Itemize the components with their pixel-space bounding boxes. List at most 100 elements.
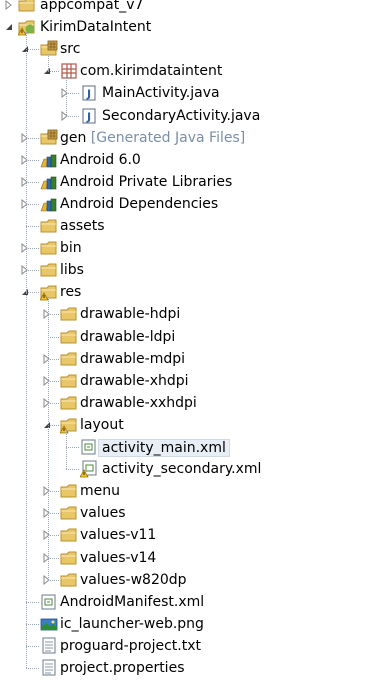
source-folder-icon	[40, 129, 58, 147]
tree-guide-line	[26, 49, 39, 51]
tree-item-label: libs	[60, 262, 84, 279]
svg-text:J: J	[86, 88, 91, 101]
tree-item-label: Android 6.0	[60, 151, 141, 168]
folder-icon	[60, 549, 78, 567]
tree-guide-line	[66, 76, 67, 116]
tree-item[interactable]: com.kirimdataintent	[0, 60, 373, 82]
folder-icon	[60, 482, 78, 500]
tree-guide-line	[26, 248, 39, 250]
tree-item-label: assets	[60, 218, 105, 234]
tree-item[interactable]: drawable-xhdpi	[0, 370, 373, 392]
tree-item[interactable]: J SecondaryActivity.java	[0, 105, 373, 127]
tree-item-label: drawable-mdpi	[80, 350, 185, 367]
project-explorer-tree: appcompat_v7 KirimDataIntent src com.kirimd…	[0, 0, 373, 696]
folder-icon	[60, 328, 78, 346]
tree-guide-line	[66, 115, 79, 117]
tree-guide-line	[26, 226, 39, 227]
tree-item[interactable]: libs	[0, 259, 373, 281]
tree-item-label: AndroidManifest.xml	[60, 593, 205, 610]
tree-item[interactable]: proguard-project.txt	[0, 635, 373, 657]
tree-guide-line	[48, 336, 59, 338]
tree-item[interactable]: values	[0, 502, 373, 524]
package-icon	[60, 62, 78, 80]
tree-item[interactable]: KirimDataIntent	[0, 16, 373, 38]
folder-icon	[40, 261, 58, 279]
tree-item-label: MainActivity.java	[102, 85, 220, 102]
tree-item[interactable]: drawable-ldpi	[0, 326, 373, 348]
tree-guide-line	[48, 491, 59, 493]
tree-item-label: bin	[60, 240, 82, 257]
tree-item[interactable]: values-v11	[0, 524, 373, 546]
tree-item-label: project.properties	[60, 660, 185, 676]
tree-guide-line	[26, 159, 39, 161]
tree-item-label: com.kirimdataintent	[80, 63, 223, 80]
tree-guide-line	[66, 469, 79, 471]
svg-text:J: J	[86, 110, 91, 123]
tree-item[interactable]: AndroidManifest.xml	[0, 591, 373, 613]
tree-item[interactable]: project.properties	[0, 657, 373, 679]
tree-guide-line	[66, 429, 67, 470]
tree-item-label: drawable-xxhdpi	[80, 394, 197, 411]
folder-icon	[40, 239, 58, 257]
java-file-icon: J	[80, 107, 98, 125]
xml-warning-file-icon	[80, 460, 98, 478]
tree-item[interactable]: drawable-mdpi	[0, 348, 373, 370]
tree-item-label: drawable-hdpi	[80, 306, 181, 323]
tree-item[interactable]: gen [Generated Java Files]	[0, 127, 373, 149]
tree-item[interactable]: drawable-xxhdpi	[0, 392, 373, 414]
tree-guide-line	[66, 93, 79, 95]
tree-item[interactable]: Android Dependencies	[0, 193, 373, 215]
tree-guide-line	[66, 447, 79, 448]
tree-guide-line	[26, 668, 39, 669]
tree-item[interactable]: appcompat_v7	[0, 0, 373, 16]
folder-icon	[40, 217, 58, 235]
tree-item-label: proguard-project.txt	[60, 637, 201, 654]
tree-item[interactable]: activity_main.xml	[0, 436, 373, 458]
warning-folder-icon	[60, 416, 78, 434]
folder-icon	[60, 350, 78, 368]
tree-item-label: values-w820dp	[80, 571, 187, 588]
tree-guide-line	[48, 71, 59, 73]
tree-item-label: Android Dependencies	[60, 195, 219, 212]
collapse-toggle-icon[interactable]	[4, 22, 14, 32]
tree-guide-line	[48, 380, 59, 382]
tree-item[interactable]: src	[0, 38, 373, 60]
tree-item[interactable]: values-v14	[0, 547, 373, 569]
tree-item[interactable]: layout	[0, 414, 373, 436]
library-icon	[40, 151, 58, 169]
tree-item-label: activity_main.xml	[98, 439, 230, 457]
tree-item[interactable]: menu	[0, 480, 373, 502]
library-icon	[40, 173, 58, 191]
text-file-icon	[40, 659, 58, 677]
tree-item[interactable]: drawable-hdpi	[0, 303, 373, 325]
warning-folder-icon	[40, 283, 58, 301]
tree-item[interactable]: ic_launcher-web.png	[0, 613, 373, 635]
tree-guide-line	[48, 314, 59, 316]
image-file-icon	[40, 615, 58, 633]
tree-guide-line	[26, 270, 39, 272]
tree-item-label: Android Private Libraries	[60, 173, 233, 190]
tree-guide-line	[48, 402, 59, 404]
expand-toggle-icon[interactable]	[4, 0, 14, 10]
tree-item[interactable]: Android 6.0	[0, 149, 373, 171]
text-file-icon	[40, 637, 58, 655]
tree-guide-line	[26, 32, 27, 668]
tree-guide-line	[48, 557, 59, 559]
tree-item[interactable]: assets	[0, 215, 373, 237]
tree-item-label: values-v14	[80, 549, 157, 566]
tree-guide-line	[48, 297, 49, 580]
tree-item-label: menu	[80, 483, 120, 500]
tree-item[interactable]: J MainActivity.java	[0, 82, 373, 104]
tree-guide-line	[26, 601, 39, 603]
folder-icon	[60, 571, 78, 589]
tree-guide-line	[26, 623, 39, 625]
tree-item-label: drawable-xhdpi	[80, 372, 189, 389]
tree-item[interactable]: bin	[0, 237, 373, 259]
java-file-icon: J	[80, 84, 98, 102]
tree-item[interactable]: values-w820dp	[0, 569, 373, 591]
folder-icon	[60, 394, 78, 412]
tree-item[interactable]: activity_secondary.xml	[0, 458, 373, 480]
folder-icon	[60, 372, 78, 390]
tree-item[interactable]: res	[0, 281, 373, 303]
tree-item[interactable]: Android Private Libraries	[0, 171, 373, 193]
